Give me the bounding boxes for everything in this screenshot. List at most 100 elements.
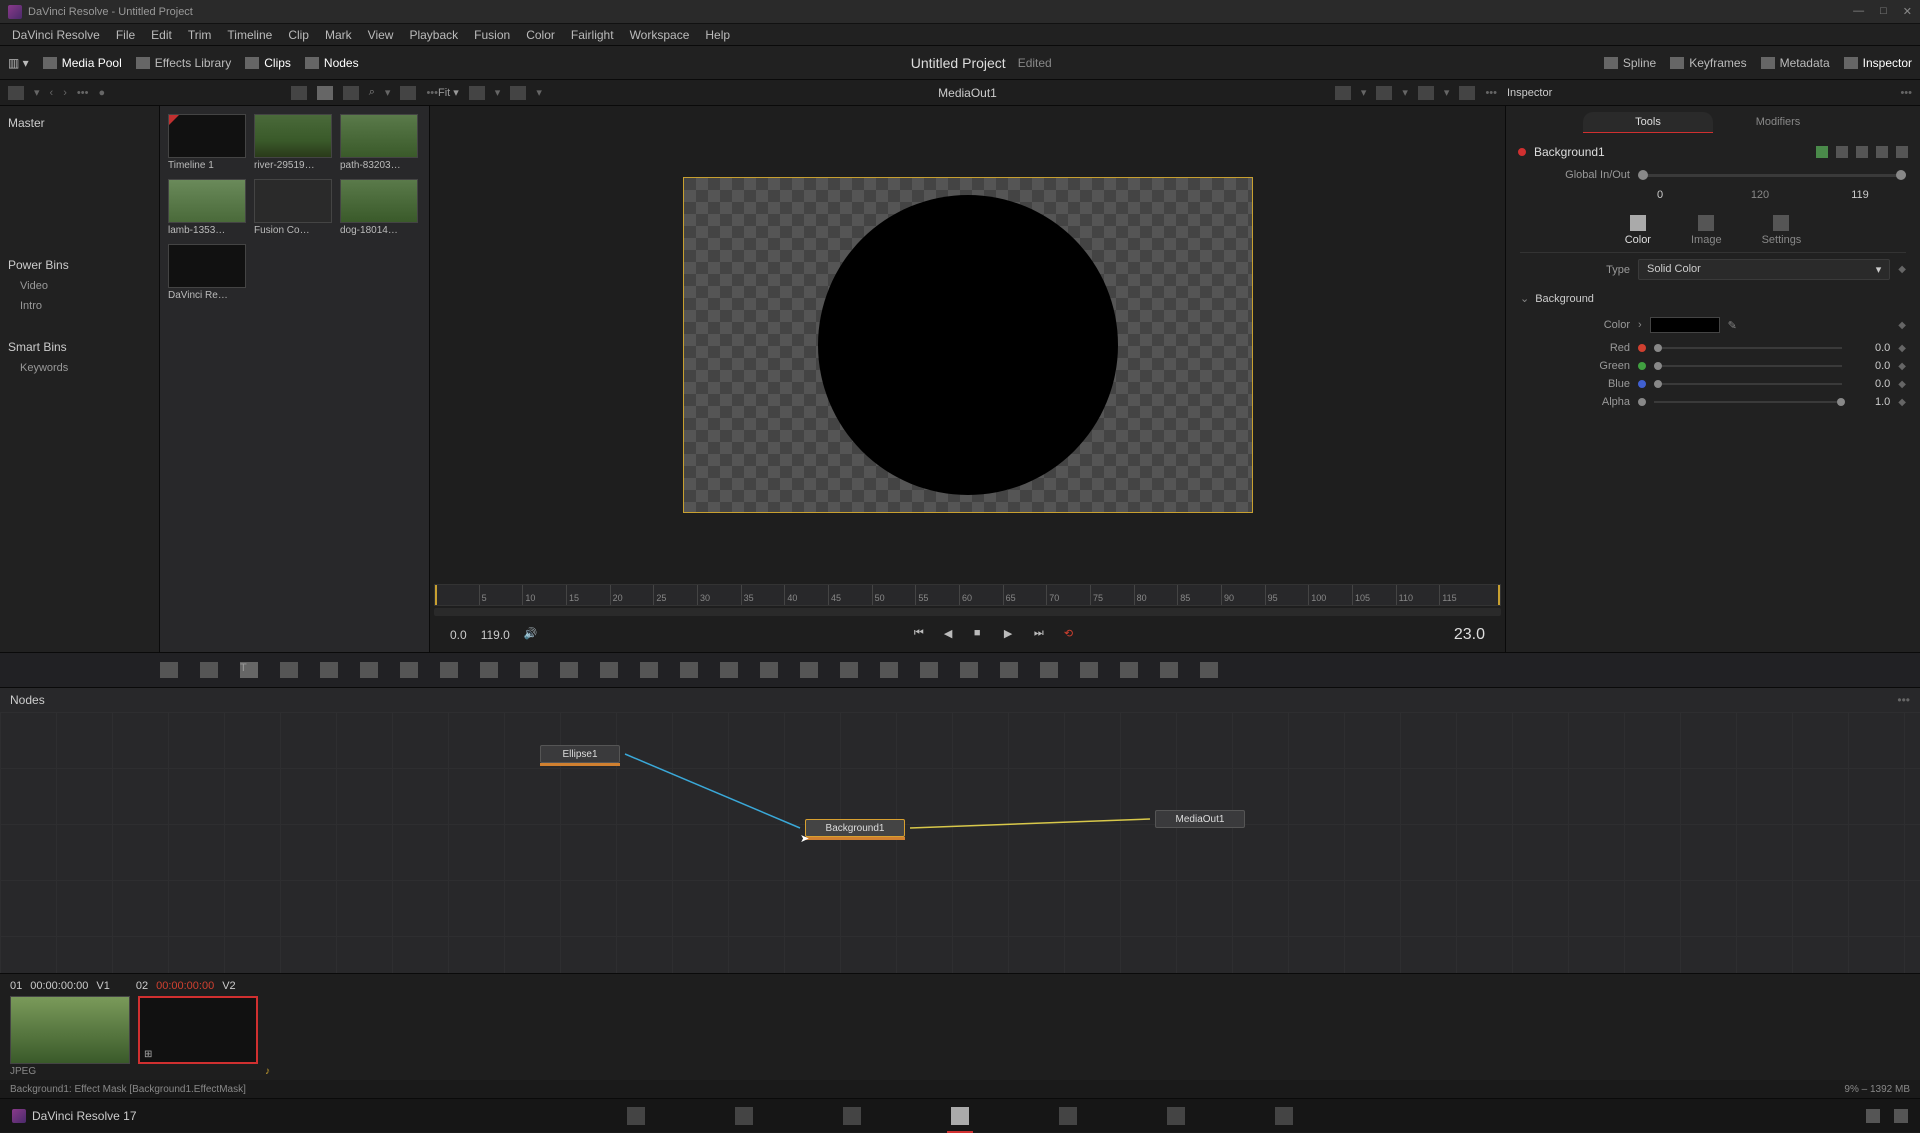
cut-page-icon[interactable] — [735, 1107, 753, 1125]
background-section-header[interactable]: ⌄ Background — [1506, 286, 1920, 311]
keyframe-diamond-icon[interactable]: ◆ — [1898, 343, 1906, 354]
viewer-ctrl-icon[interactable] — [1418, 86, 1434, 100]
clips-button[interactable]: Clips — [245, 56, 291, 70]
chevron-down-icon[interactable]: ▾ — [1361, 86, 1367, 99]
channel-value[interactable]: 0.0 — [1850, 360, 1890, 372]
view-grid-icon[interactable] — [317, 86, 333, 100]
in-point[interactable]: 0.0 — [450, 628, 467, 642]
media-clip[interactable]: river-29519… — [254, 114, 332, 171]
camera3d-tool-icon[interactable] — [1000, 662, 1018, 678]
menu-item[interactable]: Mark — [317, 28, 360, 42]
rectangle-tool-icon[interactable] — [720, 662, 738, 678]
render3d-tool-icon[interactable] — [1200, 662, 1218, 678]
color-page-icon[interactable] — [1059, 1107, 1077, 1125]
pin-icon[interactable] — [1856, 146, 1868, 158]
media-clip[interactable]: DaVinci Re… — [168, 244, 246, 301]
menu-item[interactable]: Playback — [401, 28, 466, 42]
subtab-image[interactable]: Image — [1691, 215, 1722, 246]
clip-thumb-selected[interactable]: ⊞ — [138, 996, 258, 1064]
brightness-tool-icon[interactable] — [360, 662, 378, 678]
effects-library-button[interactable]: Effects Library — [136, 56, 231, 70]
menu-item[interactable]: Edit — [143, 28, 180, 42]
play-icon[interactable]: ▶ — [1004, 627, 1020, 643]
global-in-value[interactable]: 0 — [1630, 189, 1690, 201]
reset-icon[interactable] — [1896, 146, 1908, 158]
tab-tools[interactable]: Tools — [1583, 112, 1713, 133]
enable-dot-icon[interactable] — [1518, 148, 1526, 156]
menu-item[interactable]: Timeline — [219, 28, 280, 42]
clip-thumb[interactable] — [10, 996, 130, 1064]
node-graph[interactable]: Ellipse1 Background1 MediaOut1 ➤ — [0, 712, 1920, 973]
maximize-button[interactable]: □ — [1880, 5, 1887, 18]
global-range-slider[interactable] — [1638, 174, 1906, 177]
merge3d-tool-icon[interactable] — [1160, 662, 1178, 678]
play-reverse-icon[interactable]: ◀ — [944, 627, 960, 643]
shape3d-tool-icon[interactable] — [1080, 662, 1098, 678]
more-icon[interactable]: ••• — [1897, 693, 1910, 707]
channel-value[interactable]: 1.0 — [1850, 396, 1890, 408]
subtab-color[interactable]: Color — [1625, 215, 1651, 246]
scrub-bar[interactable] — [434, 608, 1501, 616]
more-icon[interactable]: ••• — [426, 87, 438, 99]
inspector-node-header[interactable]: Background1 — [1506, 139, 1920, 165]
keyframe-diamond-icon[interactable]: ◆ — [1898, 361, 1906, 372]
type-select[interactable]: Solid Color▾ — [1638, 259, 1890, 280]
lock-icon[interactable] — [1876, 146, 1888, 158]
fastnoise-tool-icon[interactable] — [200, 662, 218, 678]
spline-button[interactable]: Spline — [1604, 56, 1656, 70]
particles-tool-icon[interactable] — [920, 662, 938, 678]
chevron-down-icon[interactable]: ▾ — [495, 86, 501, 99]
current-time[interactable]: 23.0 — [1454, 626, 1485, 644]
view-list-icon[interactable] — [343, 86, 359, 100]
text-tool-icon[interactable]: T — [240, 662, 258, 678]
speaker-icon[interactable]: 🔊 — [524, 627, 540, 643]
more-icon[interactable]: ••• — [1900, 87, 1912, 99]
deliver-page-icon[interactable] — [1275, 1107, 1293, 1125]
menu-item[interactable]: Workspace — [622, 28, 698, 42]
subtab-settings[interactable]: Settings — [1762, 215, 1802, 246]
dropdown-icon[interactable]: ▥ ▾ — [8, 56, 29, 70]
search-icon[interactable]: ⌕ — [369, 86, 375, 99]
media-clip[interactable]: path-83203… — [340, 114, 418, 171]
menu-item[interactable]: Help — [697, 28, 738, 42]
channel-value[interactable]: 0.0 — [1850, 342, 1890, 354]
minimize-button[interactable]: — — [1853, 5, 1864, 18]
menu-item[interactable]: DaVinci Resolve — [4, 28, 108, 42]
more-icon[interactable]: ••• — [77, 87, 89, 99]
tab-modifiers[interactable]: Modifiers — [1713, 112, 1843, 133]
resize-tool-icon[interactable] — [640, 662, 658, 678]
sort-icon[interactable] — [400, 86, 416, 100]
viewer-ctrl-icon[interactable] — [1335, 86, 1351, 100]
keyframe-icon[interactable] — [1836, 146, 1848, 158]
node-background[interactable]: Background1 — [805, 819, 905, 837]
keyframe-diamond-icon[interactable]: ◆ — [1898, 397, 1906, 408]
ellipse-tool-icon[interactable] — [760, 662, 778, 678]
chevron-down-icon[interactable]: ▾ — [1444, 86, 1450, 99]
dual-view-icon[interactable] — [1459, 86, 1475, 100]
global-out-value[interactable]: 119 — [1830, 189, 1890, 201]
layout-icon[interactable] — [8, 86, 24, 100]
media-clip[interactable]: lamb-1353… — [168, 179, 246, 236]
background-tool-icon[interactable] — [160, 662, 178, 678]
viewer-opt-icon[interactable] — [510, 86, 526, 100]
view-thumb-icon[interactable] — [291, 86, 307, 100]
bin-keywords[interactable]: Keywords — [8, 358, 151, 378]
nav-fwd-icon[interactable]: › — [63, 87, 67, 99]
master-bin[interactable]: Master — [8, 116, 151, 130]
eyedropper-icon[interactable]: ✎ — [1728, 319, 1737, 332]
bin-intro[interactable]: Intro — [8, 296, 151, 316]
channel-slider[interactable] — [1654, 365, 1842, 367]
first-frame-icon[interactable]: ⏮ — [914, 627, 930, 643]
chevron-down-icon[interactable]: ▾ — [1402, 86, 1408, 99]
smart-bins-header[interactable]: Smart Bins — [8, 340, 151, 354]
home-icon[interactable] — [1866, 1109, 1880, 1123]
edit-page-icon[interactable] — [843, 1107, 861, 1125]
media-clip[interactable]: Fusion Co… — [254, 179, 332, 236]
channel-slider[interactable] — [1654, 401, 1842, 403]
menu-item[interactable]: Fairlight — [563, 28, 622, 42]
image3d-tool-icon[interactable] — [1120, 662, 1138, 678]
keyframe-diamond-icon[interactable]: ◆ — [1898, 264, 1906, 275]
menu-item[interactable]: Clip — [280, 28, 317, 42]
prender-tool-icon[interactable] — [960, 662, 978, 678]
time-ruler[interactable]: 5101520253035404550556065707580859095100… — [434, 584, 1501, 606]
